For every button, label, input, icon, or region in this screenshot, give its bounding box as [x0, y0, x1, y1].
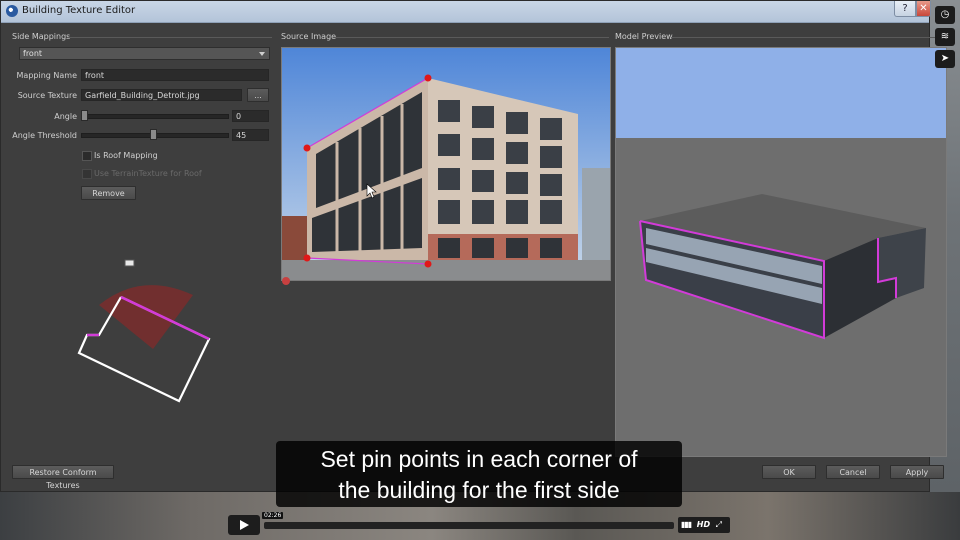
time-readout: 02:26 — [262, 512, 284, 519]
mapping-name-label: Mapping Name — [16, 71, 77, 80]
angle-input[interactable]: 0 — [232, 110, 269, 122]
help-button[interactable]: ? — [894, 1, 916, 17]
mapping-name-input[interactable]: front — [81, 69, 269, 81]
source-image-heading: Source Image — [281, 32, 337, 41]
roof-mapping-label: Is Roof Mapping — [94, 151, 158, 160]
source-texture-input[interactable]: Garfield_Building_Detroit.jpg — [81, 89, 242, 101]
angle-slider[interactable] — [81, 114, 229, 119]
side-select[interactable]: front — [19, 47, 270, 60]
side-mappings-heading: Side Mappings — [12, 32, 71, 41]
hd-toggle[interactable]: HD — [697, 520, 710, 529]
footprint-diagram[interactable] — [61, 251, 251, 421]
remove-button[interactable]: Remove — [81, 186, 136, 200]
angle-cone — [99, 285, 193, 349]
chevron-down-icon — [259, 52, 265, 56]
restore-conform-textures-button[interactable]: Restore Conform Textures — [12, 465, 114, 490]
volume-icon[interactable]: ▮▮▮ — [681, 520, 692, 529]
title-bar[interactable]: Building Texture Editor ? ✕ — [1, 1, 931, 23]
apply-button[interactable]: Apply — [890, 465, 944, 479]
roof-mapping-checkbox[interactable] — [82, 151, 92, 161]
ok-button[interactable]: OK — [762, 465, 816, 479]
caption-line-1: Set pin points in each corner of — [320, 446, 638, 472]
video-caption: Set pin points in each corner of the bui… — [276, 441, 682, 507]
share-icon[interactable]: ➤ — [935, 50, 955, 68]
model-preview-viewport[interactable] — [615, 47, 947, 457]
angle-threshold-input[interactable]: 45 — [232, 129, 269, 141]
close-button[interactable]: ✕ — [916, 1, 931, 17]
video-player-controls: 02:26 ▮▮▮ HD ⤢ — [228, 512, 732, 536]
clock-icon[interactable]: ◷ — [935, 6, 955, 24]
camera-icon — [124, 259, 135, 267]
angle-threshold-label: Angle Threshold — [12, 131, 77, 140]
record-icon[interactable] — [282, 277, 290, 285]
angle-threshold-slider-handle[interactable] — [150, 129, 157, 140]
progress-bar[interactable] — [264, 522, 674, 529]
building-texture-editor-window: Building Texture Editor ? ✕ Side Mapping… — [0, 0, 947, 492]
divider — [671, 37, 945, 38]
browse-button[interactable]: ... — [247, 88, 269, 102]
angle-slider-handle[interactable] — [81, 110, 88, 121]
app-icon — [6, 5, 18, 17]
player-settings: ▮▮▮ HD ⤢ — [678, 517, 730, 533]
building-photo — [282, 48, 610, 280]
terrain-texture-checkbox[interactable] — [82, 169, 92, 179]
side-select-value: front — [23, 49, 43, 58]
video-side-toolbar: ◷ ≋ ➤ — [935, 6, 955, 72]
model-preview-render — [616, 48, 946, 456]
model-preview-heading: Model Preview — [615, 32, 673, 41]
terrain-texture-label: Use TerrainTexture for Roof — [94, 169, 202, 178]
fullscreen-icon[interactable]: ⤢ — [716, 520, 722, 529]
window-title: Building Texture Editor — [22, 5, 136, 16]
layers-icon[interactable]: ≋ — [935, 28, 955, 46]
play-button[interactable] — [228, 515, 260, 535]
divider — [67, 37, 272, 38]
source-image-canvas[interactable] — [281, 47, 611, 281]
source-texture-label: Source Texture — [17, 91, 77, 100]
caption-line-2: the building for the first side — [338, 477, 620, 503]
divider — [335, 37, 609, 38]
angle-label: Angle — [54, 112, 77, 121]
cancel-button[interactable]: Cancel — [826, 465, 880, 479]
